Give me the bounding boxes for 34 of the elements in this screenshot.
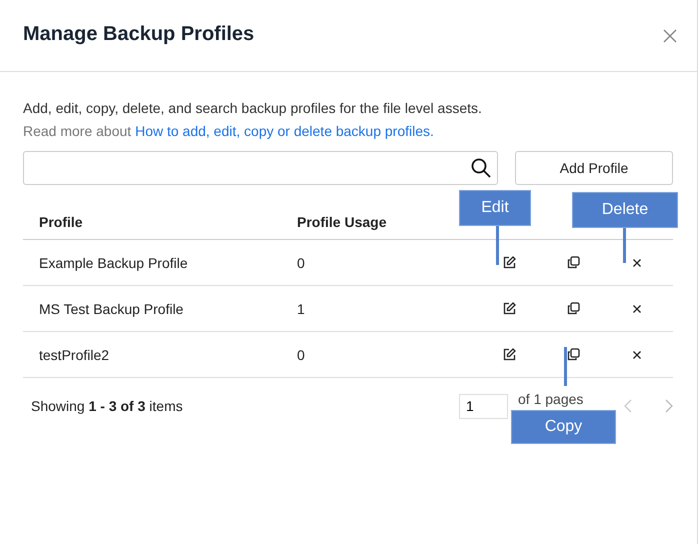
add-profile-button[interactable]: Add Profile xyxy=(515,151,673,185)
profile-name: testProfile2 xyxy=(38,346,110,362)
copy-icon[interactable] xyxy=(566,256,580,269)
item-count: Showing 1 - 3 of 3 items xyxy=(31,398,184,414)
read-more-text: Read more about xyxy=(23,123,132,139)
help-link[interactable]: How to add, edit, copy or delete backup profiles. xyxy=(135,123,434,139)
copy-icon[interactable] xyxy=(566,302,580,315)
edit-icon[interactable] xyxy=(502,302,516,315)
callout-label: Edit xyxy=(459,190,531,226)
page-count: of 1 pages xyxy=(518,391,584,407)
column-header: Profile Usage xyxy=(297,214,388,230)
column-header: Profile xyxy=(38,214,84,230)
description: Add, edit, copy, delete, and search backup profiles for the file level assets. xyxy=(23,99,483,118)
edit-icon[interactable] xyxy=(502,256,516,269)
copy-icon[interactable] xyxy=(566,348,580,361)
dialog-title: Manage Backup Profiles xyxy=(23,23,254,46)
callout-label: Copy xyxy=(511,410,616,444)
profile-usage: 0 xyxy=(297,254,306,270)
profile-name: Example Backup Profile xyxy=(38,254,189,270)
close-icon[interactable] xyxy=(663,28,677,42)
edit-icon[interactable] xyxy=(502,348,516,361)
leader-line xyxy=(496,226,499,265)
page-input[interactable]: 1 xyxy=(459,394,508,418)
search-icon[interactable] xyxy=(471,158,491,178)
profile-usage: 0 xyxy=(297,346,306,362)
delete-icon[interactable] xyxy=(632,304,642,314)
callout-label: Delete xyxy=(572,192,678,228)
leader-line xyxy=(564,347,567,386)
delete-icon[interactable] xyxy=(632,258,642,268)
leader-line xyxy=(623,228,626,263)
search-field[interactable] xyxy=(23,151,498,185)
delete-icon[interactable] xyxy=(632,350,642,360)
profile-usage: 1 xyxy=(297,300,306,316)
profile-name: MS Test Backup Profile xyxy=(38,300,184,316)
